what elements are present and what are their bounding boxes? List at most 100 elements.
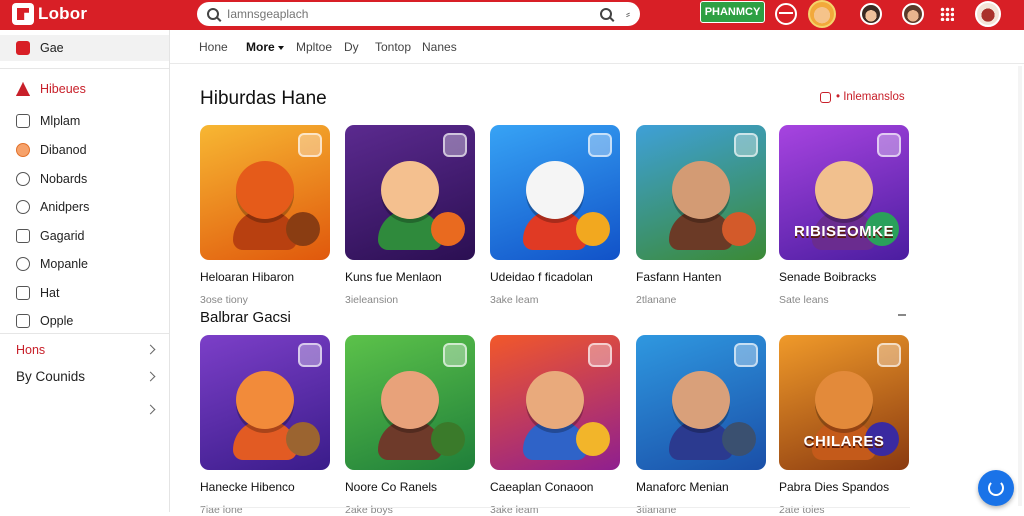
tab-5[interactable]: Nanes: [422, 40, 457, 54]
game-title[interactable]: Fasfann Hanten: [636, 270, 766, 284]
scrollbar[interactable]: [1018, 66, 1022, 506]
search-input[interactable]: [227, 7, 594, 21]
game-thumbnail[interactable]: [636, 125, 766, 260]
avatar[interactable]: [860, 3, 882, 25]
character-art: [815, 370, 873, 429]
voice-search-icon[interactable]: ⸗: [626, 7, 630, 21]
search-bar: ⸗: [197, 2, 640, 26]
sidebar-item-label: Nobards: [40, 172, 88, 186]
avatar[interactable]: [902, 3, 924, 25]
character-art: [672, 370, 730, 429]
sidebar-item-2[interactable]: Mlplam: [0, 108, 169, 134]
search-submit-icon[interactable]: [600, 8, 612, 20]
sidebar-item-home[interactable]: Gae: [0, 35, 169, 61]
apps-grid-icon[interactable]: [940, 7, 954, 21]
sidebar-item-label: Hibeues: [40, 82, 86, 96]
game-card[interactable]: Udeidao f ficadolan 3ake leam: [490, 125, 620, 306]
sidebar-item-4[interactable]: Nobards: [0, 166, 169, 192]
game-thumbnail[interactable]: [345, 125, 475, 260]
game-card[interactable]: Noore Co Ranels 2ake boys: [345, 335, 475, 516]
chevron-right-icon[interactable]: [145, 404, 156, 415]
section-menu-icon[interactable]: [898, 314, 906, 316]
sidebar-item-9[interactable]: Opple: [0, 308, 169, 334]
sidebar: Gae Hibeues Mlplam Dibanod Nobards Anidp…: [0, 30, 170, 512]
divider: [0, 333, 169, 334]
list-icon: [16, 114, 30, 128]
game-thumbnail[interactable]: [345, 335, 475, 470]
character-art: [815, 160, 873, 219]
character-art: [236, 370, 294, 429]
game-badge-icon: [877, 343, 901, 367]
game-thumbnail[interactable]: [200, 125, 330, 260]
game-title[interactable]: Pabra Dies Spandos: [779, 480, 909, 494]
game-title[interactable]: Caeaplan Conaoon: [490, 480, 620, 494]
app-logo[interactable]: Lobor: [12, 3, 87, 25]
game-title[interactable]: Hanecke Hibenco: [200, 480, 330, 494]
game-card[interactable]: Hanecke Hibenco 7iae lone: [200, 335, 330, 516]
sidebar-item-3[interactable]: Dibanod: [0, 137, 169, 163]
sidebar-item-label: Mlplam: [40, 114, 81, 128]
game-title[interactable]: Manaforc Menian: [636, 480, 766, 494]
game-badge-icon: [877, 133, 901, 157]
game-prop-art: [722, 422, 756, 456]
search-icon: [207, 8, 219, 20]
help-button[interactable]: [978, 470, 1014, 506]
game-prop-art: [722, 212, 756, 246]
user-avatar[interactable]: [975, 1, 1001, 27]
tab-more[interactable]: More: [246, 40, 284, 54]
game-thumbnail[interactable]: [636, 335, 766, 470]
game-badge-icon: [443, 133, 467, 157]
game-meta: 2tlanane: [636, 294, 677, 306]
game-meta: 2ake boys: [345, 504, 393, 516]
game-thumbnail[interactable]: CHILARES: [779, 335, 909, 470]
play-icon: [16, 229, 30, 243]
game-card[interactable]: CHILARES Pabra Dies Spandos 2ate toies: [779, 335, 909, 516]
game-card[interactable]: Manaforc Menian 3tianane: [636, 335, 766, 516]
tab-home[interactable]: Hone: [199, 40, 228, 54]
tab-2[interactable]: Mpltoe: [296, 40, 332, 54]
game-thumbnail[interactable]: RIBISEOMKE: [779, 125, 909, 260]
game-prop-art: [431, 422, 465, 456]
game-title[interactable]: Noore Co Ranels: [345, 480, 475, 494]
game-card[interactable]: RIBISEOMKE Senade Boibracks Sate leans: [779, 125, 909, 306]
game-thumbnail[interactable]: [490, 125, 620, 260]
game-badge-icon: [734, 343, 758, 367]
game-card[interactable]: Fasfann Hanten 2tlanane: [636, 125, 766, 306]
character-art: [672, 160, 730, 219]
globe-icon[interactable]: [775, 3, 797, 25]
clock-icon: [16, 172, 30, 186]
game-title[interactable]: Senade Boibracks: [779, 270, 909, 284]
game-card[interactable]: Kuns fue Menlaon 3ieleansion: [345, 125, 475, 306]
game-card[interactable]: Heloaran Hibaron 3ose tiony: [200, 125, 330, 306]
sidebar-item-highlights[interactable]: Hibeues: [0, 76, 169, 102]
game-thumbnail[interactable]: [200, 335, 330, 470]
sidebar-item-label: Mopanle: [40, 257, 88, 271]
game-prop-art: [286, 422, 320, 456]
game-prop-art: [431, 212, 465, 246]
tab-4[interactable]: Tontop: [375, 40, 411, 54]
promo-button[interactable]: PHANMCY: [700, 1, 765, 23]
sidebar-section-hons[interactable]: Hons: [16, 343, 45, 357]
avatar[interactable]: [808, 0, 836, 28]
game-meta: 2ate toies: [779, 504, 825, 516]
game-badge-icon: [588, 343, 612, 367]
sidebar-item-5[interactable]: Anidpers: [0, 194, 169, 220]
character-art: [526, 160, 584, 219]
sidebar-item-7[interactable]: Mopanle: [0, 251, 169, 277]
sidebar-section-countries[interactable]: By Counids: [16, 369, 85, 384]
game-meta: 3ose tiony: [200, 294, 248, 306]
chevron-right-icon[interactable]: [145, 344, 156, 355]
chevron-right-icon[interactable]: [145, 371, 156, 382]
sidebar-item-8[interactable]: Hat: [0, 280, 169, 306]
see-more-link[interactable]: • Inlemanslos: [820, 91, 905, 103]
game-card[interactable]: Caeaplan Conaoon 3ake leam: [490, 335, 620, 516]
game-prop-art: [576, 212, 610, 246]
divider: [200, 507, 910, 508]
sidebar-item-6[interactable]: Gagarid: [0, 223, 169, 249]
game-title[interactable]: Heloaran Hibaron: [200, 270, 330, 284]
game-title[interactable]: Kuns fue Menlaon: [345, 270, 475, 284]
tab-3[interactable]: Dy: [344, 40, 359, 54]
game-thumbnail[interactable]: [490, 335, 620, 470]
game-title[interactable]: Udeidao f ficadolan: [490, 270, 620, 284]
game-logo-art: CHILARES: [803, 432, 885, 450]
